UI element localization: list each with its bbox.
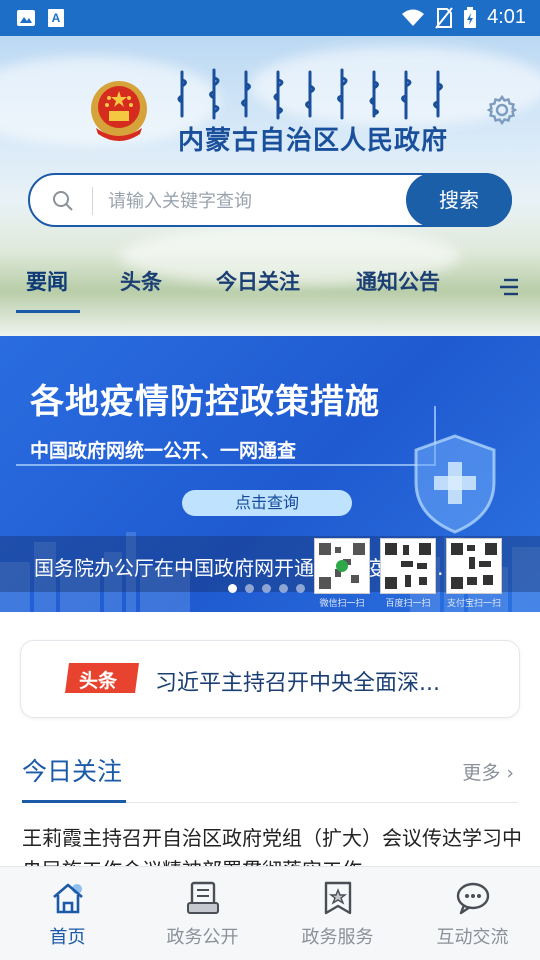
- status-bar: A 4:01: [0, 0, 540, 36]
- chat-icon: [456, 882, 489, 915]
- star-badge-icon: [324, 881, 351, 915]
- search-button[interactable]: 搜索: [406, 173, 512, 227]
- carousel-dot[interactable]: [228, 584, 237, 593]
- svg-text:A: A: [52, 11, 61, 25]
- tab-important-news[interactable]: 要闻: [26, 266, 68, 296]
- carousel-dot[interactable]: [296, 584, 305, 593]
- section-title: 今日关注: [22, 757, 123, 786]
- search-icon: [53, 191, 73, 211]
- section-title-underline: [22, 800, 126, 803]
- banner-carousel[interactable]: 各地疫情防控政策措施 中国政府网统一公开、一网通查 点击查询 国务院办公厅在中国…: [0, 336, 540, 612]
- baidu-qr-code: [380, 538, 436, 594]
- battery-charging-icon: [464, 6, 477, 28]
- tab-notices[interactable]: 通知公告: [356, 266, 440, 296]
- nav-gov-affairs-public[interactable]: 政务公开: [135, 879, 270, 949]
- nav-label-gov-services: 政务服务: [301, 927, 374, 948]
- qr-label-wechat: 微信扫一扫: [319, 599, 365, 609]
- wifi-icon: [402, 9, 425, 26]
- banner-headline: 各地疫情防控政策措施: [30, 382, 380, 422]
- home-icon: [52, 883, 83, 914]
- nav-label-gov-affairs-public: 政务公开: [166, 927, 239, 948]
- image-icon: [17, 10, 35, 26]
- nav-label-home: 首页: [49, 927, 86, 948]
- qr-label-alipay: 支付宝扫一扫: [446, 599, 501, 609]
- alipay-qr-code: [446, 538, 502, 594]
- government-title: 内蒙古自治区人民政府: [178, 126, 449, 156]
- nav-interaction[interactable]: 互动交流: [405, 879, 540, 949]
- tab-today-focus[interactable]: 今日关注: [216, 266, 300, 296]
- search-input[interactable]: [108, 185, 408, 217]
- headline-card[interactable]: 头条 习近平主持召开中央全面深...: [20, 640, 520, 718]
- nav-label-interaction: 互动交流: [436, 927, 509, 948]
- more-link[interactable]: 更多 ›: [462, 758, 514, 785]
- wechat-qr-code: [314, 538, 370, 594]
- qr-label-baidu: 百度扫一扫: [385, 599, 431, 609]
- chevron-right-icon: ›: [506, 762, 514, 784]
- bottom-navigation: 首页 政务公开 政务服务 互动交流: [0, 866, 540, 960]
- headline-text[interactable]: 习近平主持召开中央全面深...: [155, 665, 440, 697]
- tab-headlines[interactable]: 头条: [120, 266, 162, 296]
- carousel-dot[interactable]: [279, 584, 288, 593]
- menu-icon[interactable]: [498, 276, 520, 298]
- active-tab-indicator: [16, 310, 80, 313]
- text-a-icon: A: [48, 9, 64, 27]
- document-icon: [186, 881, 219, 914]
- mongolian-script-logo: [177, 68, 443, 120]
- carousel-dot[interactable]: [245, 584, 254, 593]
- carousel-indicator: [228, 584, 305, 593]
- gear-icon[interactable]: [486, 94, 518, 126]
- app-header: 内蒙古自治区人民政府 搜索 要闻 头条 今日关注 通知公告: [0, 36, 540, 336]
- status-time: 4:01: [487, 6, 526, 28]
- search-bar: 搜索: [28, 173, 512, 227]
- search-divider: [92, 187, 93, 215]
- query-button[interactable]: 点击查询: [182, 490, 352, 516]
- news-list-item[interactable]: 王莉霞主持召开自治区政府党组（扩大）会议传达学习中央民族工作会议精神部署贯彻落实…: [22, 822, 522, 868]
- more-label[interactable]: 更多: [462, 762, 500, 784]
- no-sim-icon: [435, 6, 453, 29]
- banner-subtitle: 中国政府网统一公开、一网通查: [30, 440, 297, 462]
- tab-bar: 要闻 头条 今日关注 通知公告: [0, 258, 540, 318]
- shield-icon: [414, 434, 496, 534]
- carousel-dot[interactable]: [262, 584, 271, 593]
- national-emblem-icon: [91, 81, 147, 141]
- headline-tag: 头条: [79, 670, 118, 692]
- nav-home[interactable]: 首页: [0, 879, 135, 949]
- nav-gov-services[interactable]: 政务服务: [270, 879, 405, 949]
